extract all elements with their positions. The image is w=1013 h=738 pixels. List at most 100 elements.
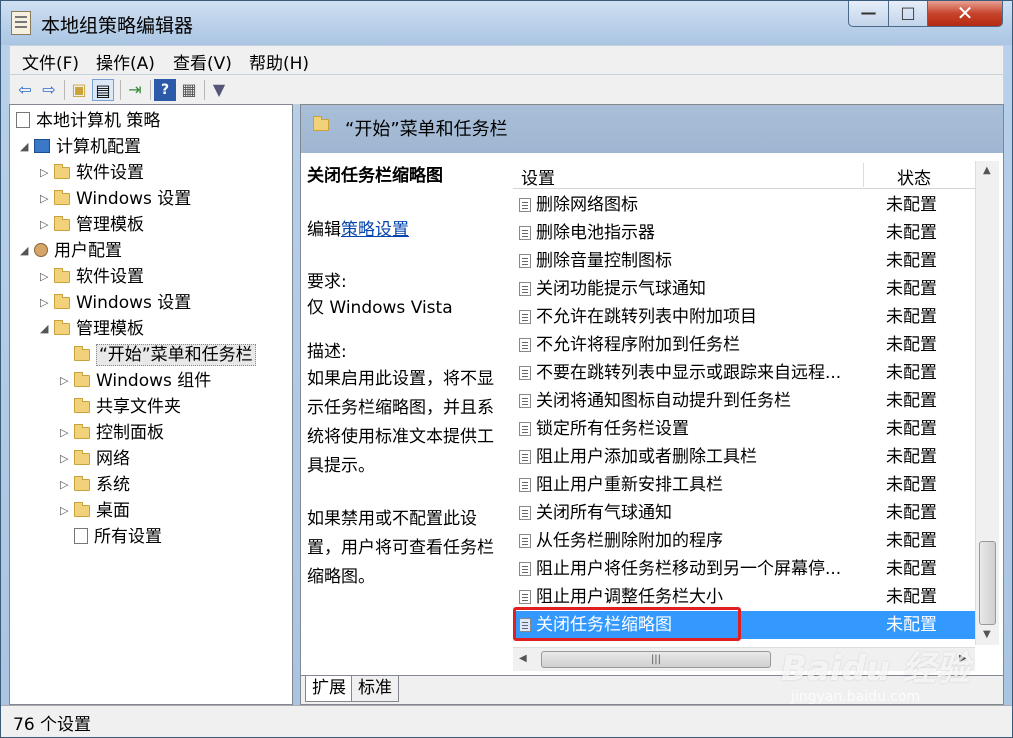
toolbar: ⇦ ⇨ ▣ ▤ ⇥ ? ▦ ▼: [9, 75, 1004, 105]
collapsed-arrow-icon[interactable]: ▷: [40, 161, 54, 185]
tree-item-uc-software[interactable]: ▷ 软件设置: [40, 265, 144, 289]
list-item[interactable]: 关闭所有气球通知 未配置: [513, 499, 975, 527]
toolbar-separator: [64, 80, 65, 100]
tree-item-user-config[interactable]: ◢ 用户配置: [20, 239, 122, 263]
list-item[interactable]: 不允许在跳转列表中附加项目 未配置: [513, 303, 975, 331]
maximize-button[interactable]: □: [888, 1, 928, 27]
tree-item-desktop[interactable]: ▷ 桌面: [60, 499, 130, 523]
tree-item-cc-admin[interactable]: ▷ 管理模板: [40, 213, 144, 237]
tree-root[interactable]: 本地计算机 策略: [16, 109, 160, 133]
collapsed-arrow-icon[interactable]: ▷: [60, 499, 74, 523]
list-item[interactable]: 关闭功能提示气球通知 未配置: [513, 275, 975, 303]
list-item[interactable]: 不要在跳转列表中显示或跟踪来自远程... 未配置: [513, 359, 975, 387]
tab-standard[interactable]: 标准: [351, 676, 399, 702]
show-hide-tree-icon[interactable]: ▤: [92, 79, 114, 101]
gpedit-app-icon: [11, 11, 31, 35]
tree-item-computer-config[interactable]: ◢ 计算机配置: [20, 135, 141, 159]
list-item[interactable]: 删除音量控制图标 未配置: [513, 247, 975, 275]
menu-bar: 文件(F) 操作(A) 查看(V) 帮助(H): [9, 45, 1004, 75]
collapsed-arrow-icon[interactable]: ▷: [40, 265, 54, 289]
folder-icon: [74, 398, 90, 413]
tree-item-uc-windows[interactable]: ▷ Windows 设置: [40, 291, 191, 315]
details-title: “开始”菜单和任务栏: [345, 119, 508, 140]
menu-view[interactable]: 查看(V): [173, 49, 232, 74]
column-divider[interactable]: [863, 163, 864, 187]
list-item[interactable]: 阻止用户重新安排工具栏 未配置: [513, 471, 975, 499]
title-bar[interactable]: 本地组策略编辑器 — □ ✕: [1, 1, 1012, 45]
collapsed-arrow-icon[interactable]: ▷: [60, 473, 74, 497]
folder-icon: [54, 268, 70, 283]
expanded-arrow-icon[interactable]: ◢: [20, 239, 34, 263]
computer-icon: [34, 139, 50, 153]
close-button[interactable]: ✕: [927, 1, 1003, 27]
list-item[interactable]: 阻止用户将任务栏移动到另一个屏幕停... 未配置: [513, 555, 975, 583]
toolbar-separator: [204, 80, 205, 100]
vertical-scrollbar[interactable]: ▲ ▼: [975, 161, 999, 645]
column-header-setting[interactable]: 设置: [521, 164, 555, 189]
tree-item-shared-folders[interactable]: 共享文件夹: [74, 395, 181, 419]
scroll-down-icon[interactable]: ▼: [983, 629, 991, 640]
folder-icon: [54, 190, 70, 205]
expanded-arrow-icon[interactable]: ◢: [40, 317, 54, 341]
app-window: 本地组策略编辑器 — □ ✕ 文件(F) 操作(A) 查看(V) 帮助(H) ⇦…: [0, 0, 1013, 738]
tree-item-cc-windows[interactable]: ▷ Windows 设置: [40, 187, 191, 211]
collapsed-arrow-icon[interactable]: ▷: [60, 447, 74, 471]
menu-file[interactable]: 文件(F): [22, 49, 79, 74]
minimize-button[interactable]: —: [848, 1, 889, 27]
list-item[interactable]: 删除网络图标 未配置: [513, 191, 975, 219]
properties-icon[interactable]: ▦: [178, 79, 200, 101]
setting-icon: [519, 534, 531, 548]
tree-item-uc-admin[interactable]: ◢ 管理模板: [40, 317, 144, 341]
collapsed-arrow-icon[interactable]: ▷: [40, 213, 54, 237]
tree-item-network[interactable]: ▷ 网络: [60, 447, 130, 471]
list-item[interactable]: 从任务栏删除附加的程序 未配置: [513, 527, 975, 555]
folder-icon: [74, 372, 90, 387]
setting-icon: [519, 282, 531, 296]
up-folder-icon[interactable]: ▣: [68, 79, 90, 101]
tree-item-control-panel[interactable]: ▷ 控制面板: [60, 421, 164, 445]
tree-item-windows-components[interactable]: ▷ Windows 组件: [60, 369, 211, 393]
menu-help[interactable]: 帮助(H): [249, 49, 309, 74]
collapsed-arrow-icon[interactable]: ▷: [40, 291, 54, 315]
export-list-icon[interactable]: ⇥: [124, 79, 146, 101]
setting-icon: [519, 394, 531, 408]
watermark-logo: Baidu 经验: [781, 649, 970, 689]
scroll-up-icon[interactable]: ▲: [983, 165, 991, 176]
folder-icon: [54, 320, 70, 335]
setting-icon: [519, 338, 531, 352]
list-item-selected[interactable]: 关闭任务栏缩略图 未配置: [513, 607, 975, 641]
list-item[interactable]: 删除电池指示器 未配置: [513, 219, 975, 247]
tree-item-system[interactable]: ▷ 系统: [60, 473, 130, 497]
expanded-arrow-icon[interactable]: ◢: [20, 135, 34, 159]
folder-icon: [74, 450, 90, 465]
vertical-scroll-thumb[interactable]: [979, 541, 996, 625]
tree-item-cc-software[interactable]: ▷ 软件设置: [40, 161, 144, 185]
back-icon[interactable]: ⇦: [14, 79, 36, 101]
collapsed-arrow-icon[interactable]: ▷: [60, 369, 74, 393]
list-item[interactable]: 不允许将程序附加到任务栏 未配置: [513, 331, 975, 359]
horizontal-scroll-thumb[interactable]: |||: [541, 651, 771, 668]
details-pane: “开始”菜单和任务栏 关闭任务栏缩略图 编辑策略设置 要求: 仅 Windows…: [300, 104, 1004, 705]
tree-item-all-settings[interactable]: 所有设置: [74, 525, 162, 549]
forward-icon[interactable]: ⇨: [38, 79, 60, 101]
console-tree: 本地计算机 策略 ◢ 计算机配置 ▷ 软件设置 ▷ Windows 设置 ▷ 管理模板 …: [9, 104, 293, 705]
collapsed-arrow-icon[interactable]: ▷: [60, 421, 74, 445]
filter-icon[interactable]: ▼: [208, 79, 230, 101]
tree-item-start-menu[interactable]: “开始”菜单和任务栏: [74, 343, 256, 367]
list-item[interactable]: 阻止用户添加或者删除工具栏 未配置: [513, 443, 975, 471]
list-item[interactable]: 锁定所有任务栏设置 未配置: [513, 415, 975, 443]
tab-extended[interactable]: 扩展: [305, 676, 353, 702]
help-icon[interactable]: ?: [154, 79, 176, 101]
folder-icon: [74, 476, 90, 491]
scroll-left-icon[interactable]: ◀: [519, 653, 527, 664]
menu-action[interactable]: 操作(A): [96, 49, 155, 74]
column-header-state[interactable]: 状态: [897, 164, 931, 189]
requirements-value: 仅 Windows Vista: [307, 298, 453, 318]
setting-icon: [519, 506, 531, 520]
collapsed-arrow-icon[interactable]: ▷: [40, 187, 54, 211]
watermark-url: jingyan.baidu.com: [791, 689, 921, 705]
edit-policy-link[interactable]: 策略设置: [341, 220, 409, 240]
list-item[interactable]: 关闭将通知图标自动提升到任务栏 未配置: [513, 387, 975, 415]
description-text: 缩略图。: [307, 567, 375, 587]
edit-line: 编辑策略设置: [307, 220, 409, 240]
